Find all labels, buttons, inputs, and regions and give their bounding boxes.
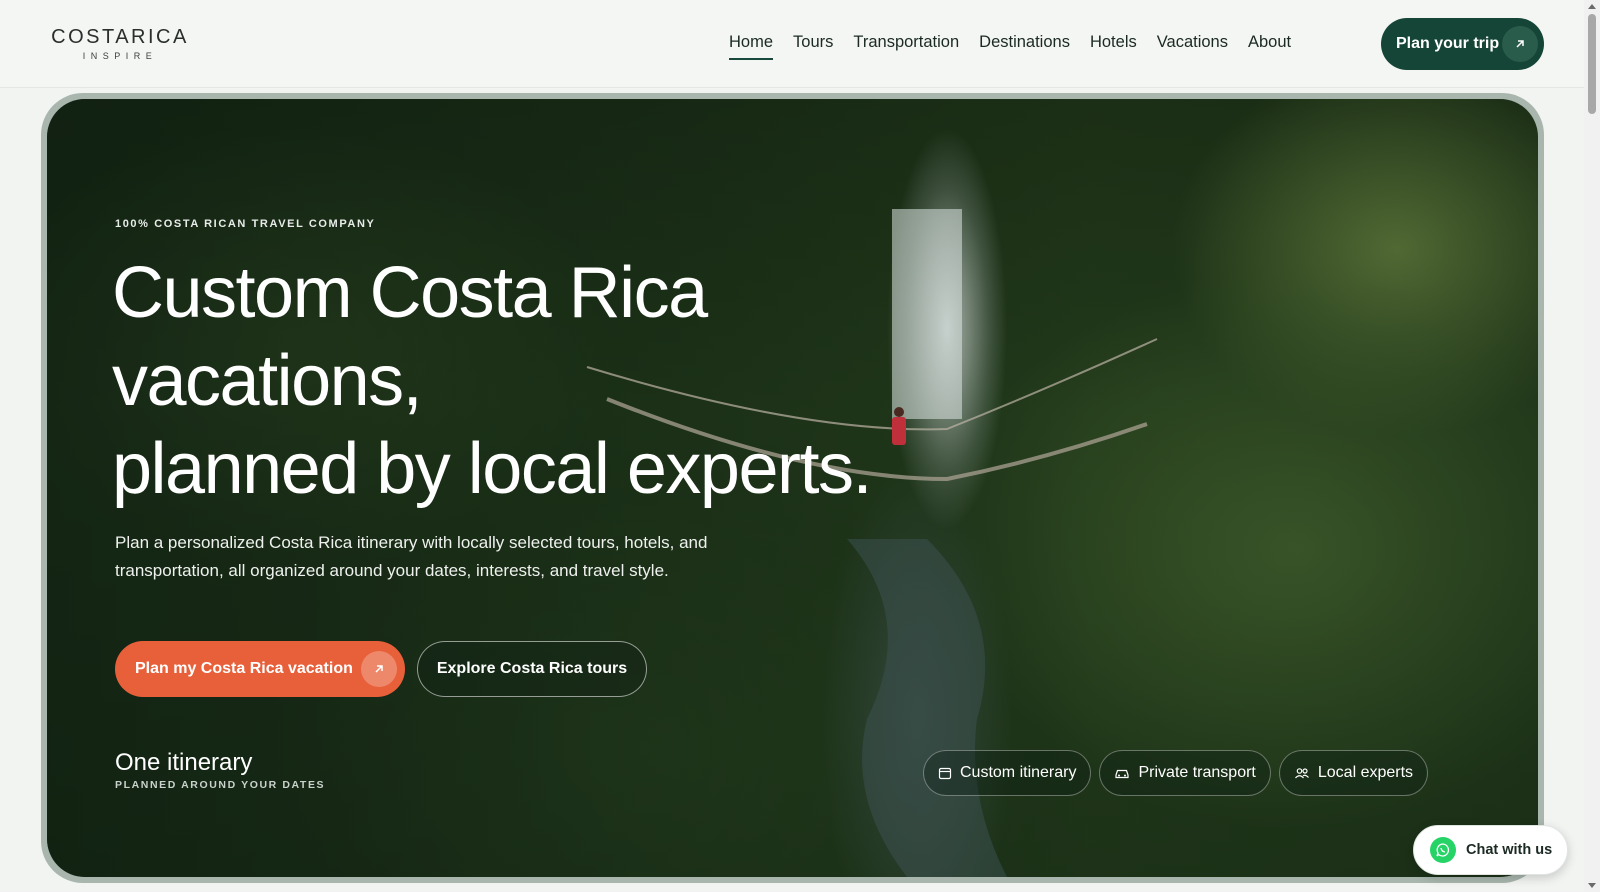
pill-private-transport[interactable]: Private transport xyxy=(1099,750,1271,796)
itinerary-subtitle: PLANNED AROUND YOUR DATES xyxy=(115,779,326,791)
nav-home[interactable]: Home xyxy=(729,32,774,60)
hero-lead: Plan a personalized Costa Rica itinerary… xyxy=(115,533,708,580)
car-icon xyxy=(1115,769,1130,779)
calendar-icon xyxy=(938,767,952,780)
nav-tours[interactable]: Tours xyxy=(793,32,833,60)
main-nav: Home Tours Transportation Destinations H… xyxy=(729,32,1311,60)
hero-section: 100% COSTA RICAN TRAVEL COMPANY Custom C… xyxy=(47,99,1538,877)
chat-label: Chat with us xyxy=(1466,842,1553,858)
logo-tagline: INSPIRE xyxy=(82,51,158,61)
itinerary-caption: One itinerary PLANNED AROUND YOUR DATES xyxy=(115,749,325,791)
scroll-up-arrow[interactable] xyxy=(1588,4,1596,9)
nav-about[interactable]: About xyxy=(1248,32,1291,60)
pill-custom-itinerary[interactable]: Custom itinerary xyxy=(923,750,1092,796)
pill-label: Custom itinerary xyxy=(960,764,1077,781)
headline-line-3: planned by local experts. xyxy=(112,429,873,509)
plan-vacation-label: Plan my Costa Rica vacation xyxy=(135,660,353,677)
headline-line-1: Custom Costa Rica xyxy=(112,253,708,333)
feature-pills: Custom itinerary Private transport Local… xyxy=(923,750,1429,796)
nav-destinations[interactable]: Destinations xyxy=(979,32,1070,60)
chat-with-us-button[interactable]: Chat with us xyxy=(1413,825,1568,875)
pill-local-experts[interactable]: Local experts xyxy=(1278,750,1429,796)
scroll-down-arrow[interactable] xyxy=(1588,883,1596,888)
hero-frame: 100% COSTA RICAN TRAVEL COMPANY Custom C… xyxy=(41,93,1544,883)
plan-your-trip-label: Plan your trip xyxy=(1396,35,1500,52)
arrow-up-right-icon xyxy=(1502,26,1538,62)
scrollbar-thumb[interactable] xyxy=(1588,14,1596,114)
page-scrollbar[interactable] xyxy=(1584,0,1600,892)
arrow-up-right-icon xyxy=(361,651,397,687)
itinerary-title: One itinerary xyxy=(115,749,253,776)
site-header: COSTARICA INSPIRE Home Tours Transportat… xyxy=(0,0,1584,88)
nav-hotels[interactable]: Hotels xyxy=(1090,32,1137,60)
pill-label: Local experts xyxy=(1317,764,1414,781)
headline-line-2: vacations, xyxy=(112,341,423,421)
logo-wordmark: COSTARICA xyxy=(51,26,189,48)
plan-your-trip-button[interactable]: Plan your trip xyxy=(1381,18,1544,70)
whatsapp-icon xyxy=(1430,837,1456,863)
site-logo[interactable]: COSTARICA INSPIRE xyxy=(50,26,190,62)
explore-tours-label: Explore Costa Rica tours xyxy=(436,660,628,677)
hero-headline: Custom Costa Rica vacations, planned by … xyxy=(112,249,1012,513)
hero-eyebrow: 100% COSTA RICAN TRAVEL COMPANY xyxy=(115,218,376,230)
explore-tours-button[interactable]: Explore Costa Rica tours xyxy=(417,641,647,697)
nav-transportation[interactable]: Transportation xyxy=(853,32,959,60)
pill-label: Private transport xyxy=(1138,764,1256,781)
users-icon xyxy=(1294,768,1309,779)
plan-vacation-button[interactable]: Plan my Costa Rica vacation xyxy=(115,641,405,697)
nav-vacations[interactable]: Vacations xyxy=(1157,32,1228,60)
